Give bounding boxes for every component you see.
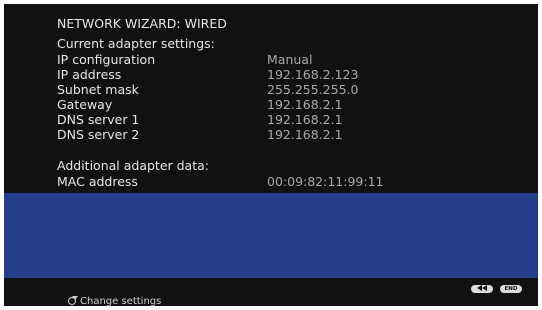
setting-label: Gateway — [57, 97, 113, 112]
setting-label: IP address — [57, 67, 122, 82]
setting-row-ip-address: IP address 192.168.2.123 — [57, 67, 477, 83]
setting-label: DNS server 1 — [57, 112, 140, 127]
setting-row-mac-address: MAC address 00:09:82:11:99:11 — [57, 174, 477, 190]
change-settings-label: Change settings — [80, 296, 162, 306]
setting-value: 192.168.2.123 — [267, 67, 359, 82]
rewind-button[interactable] — [471, 285, 493, 293]
setting-row-subnet-mask: Subnet mask 255.255.255.0 — [57, 82, 477, 98]
current-settings-heading: Current adapter settings: — [57, 36, 215, 51]
setting-row-gateway: Gateway 192.168.2.1 — [57, 97, 477, 113]
additional-data-heading: Additional adapter data: — [57, 158, 209, 173]
setting-row-dns-server-1: DNS server 1 192.168.2.1 — [57, 112, 477, 128]
setting-label: MAC address — [57, 174, 138, 189]
setting-value: 192.168.2.1 — [267, 97, 343, 112]
setting-label: Subnet mask — [57, 82, 139, 97]
setting-value: 192.168.2.1 — [267, 127, 343, 142]
setting-label: DNS server 2 — [57, 127, 140, 142]
setting-value: 00:09:82:11:99:11 — [267, 174, 384, 189]
page-title: NETWORK WIZARD: WIRED — [57, 16, 227, 31]
setting-value: Manual — [267, 52, 313, 67]
setting-value: 192.168.2.1 — [267, 112, 343, 127]
footer-bar: END Change settings — [4, 278, 538, 306]
rewind-icon — [477, 285, 487, 291]
setting-label: IP configuration — [57, 52, 156, 67]
setting-value: 255.255.255.0 — [267, 82, 359, 97]
setting-row-ip-configuration: IP configuration Manual — [57, 52, 477, 68]
end-button[interactable]: END — [500, 285, 522, 293]
info-panel — [4, 193, 538, 278]
change-settings-hint[interactable]: Change settings — [68, 296, 161, 306]
refresh-icon — [68, 296, 78, 305]
tv-screen: NETWORK WIZARD: WIRED Current adapter se… — [4, 4, 538, 306]
setting-row-dns-server-2: DNS server 2 192.168.2.1 — [57, 127, 477, 143]
